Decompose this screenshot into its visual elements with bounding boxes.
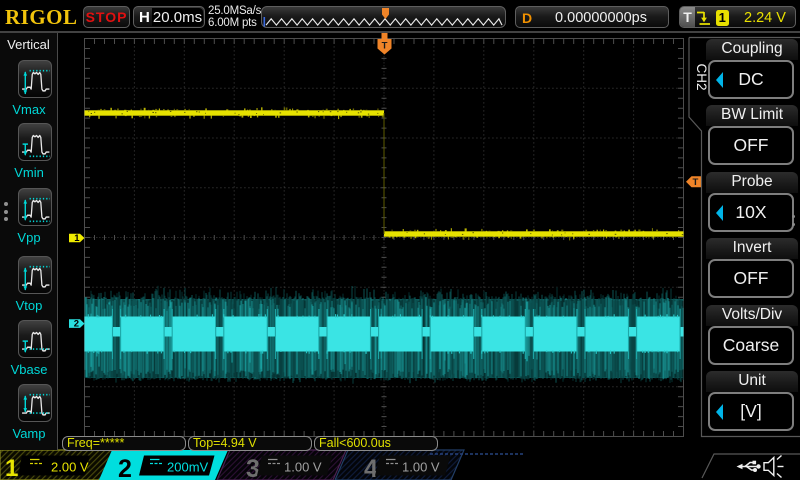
svg-text:T: T: [382, 40, 388, 51]
svg-text:1: 1: [74, 233, 80, 244]
svg-text:1.00 V: 1.00 V: [284, 460, 322, 475]
svg-text:200mV: 200mV: [167, 460, 209, 475]
svg-text:T: T: [693, 177, 699, 188]
svg-text:3: 3: [246, 455, 260, 480]
svg-text:2: 2: [118, 455, 132, 480]
svg-text:1.00 V: 1.00 V: [402, 460, 440, 475]
svg-text:4: 4: [364, 455, 378, 480]
svg-text:2.00 V: 2.00 V: [51, 460, 89, 475]
svg-text:1: 1: [5, 455, 18, 480]
svg-text:2: 2: [74, 319, 79, 330]
